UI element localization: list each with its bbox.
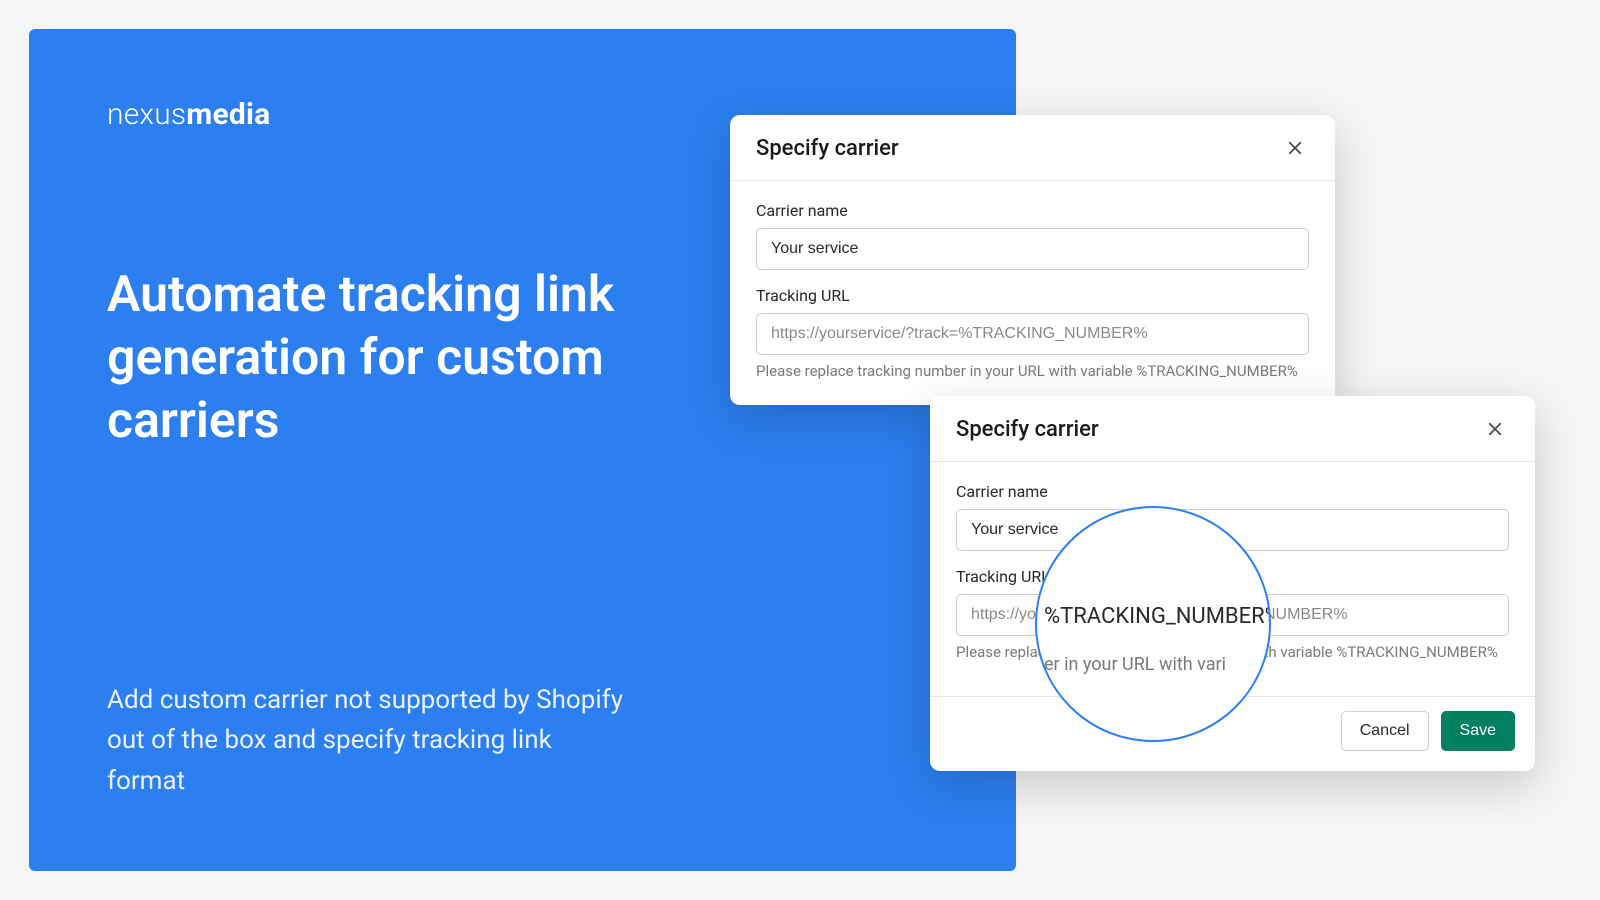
magnifier-subtext: er in your URL with vari — [1044, 654, 1226, 675]
specify-carrier-modal-back: Specify carrier Carrier name Tracking UR… — [730, 115, 1335, 405]
close-button[interactable] — [1481, 415, 1509, 443]
modal-title: Specify carrier — [756, 136, 899, 161]
magnifier-token: %TRACKING_NUMBER% — [1044, 604, 1271, 629]
carrier-name-input[interactable] — [756, 228, 1309, 270]
subtext: Add custom carrier not supported by Shop… — [107, 680, 627, 801]
modal-header: Specify carrier — [930, 396, 1535, 462]
modal-title: Specify carrier — [956, 417, 1099, 442]
carrier-name-label: Carrier name — [956, 482, 1509, 501]
brand-bold: media — [186, 97, 270, 132]
magnifier-highlight: %TRACKING_NUMBER% er in your URL with va… — [1035, 506, 1271, 742]
tracking-url-label: Tracking URL — [756, 286, 1309, 305]
save-button[interactable]: Save — [1441, 711, 1515, 751]
close-icon — [1486, 420, 1504, 438]
modal-header: Specify carrier — [730, 115, 1335, 181]
carrier-name-label: Carrier name — [756, 201, 1309, 220]
tracking-url-helper: Please replace tracking number in your U… — [756, 361, 1309, 383]
close-button[interactable] — [1281, 134, 1309, 162]
modal-body: Carrier name Tracking URL Please replace… — [730, 181, 1335, 405]
brand-light: nexus — [107, 97, 186, 132]
headline: Automate tracking link generation for cu… — [107, 264, 627, 453]
close-icon — [1286, 139, 1304, 157]
tracking-url-input[interactable] — [756, 313, 1309, 355]
cancel-button[interactable]: Cancel — [1341, 711, 1429, 751]
